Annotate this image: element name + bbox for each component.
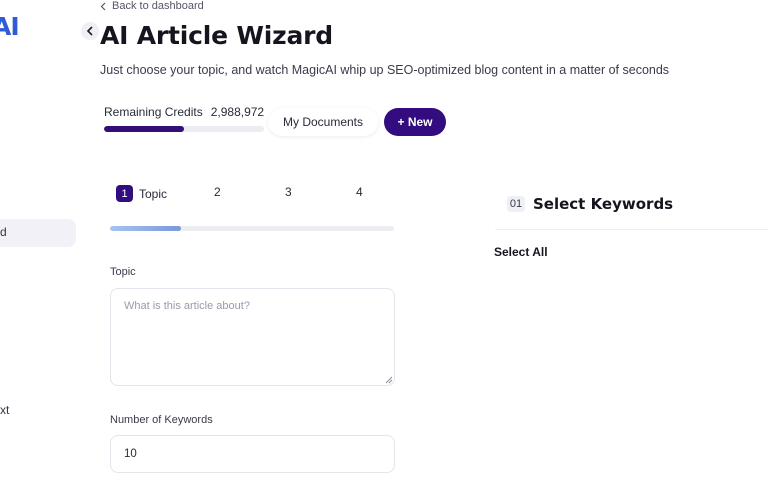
chevron-left-icon [100, 2, 106, 10]
credits-value: 2,988,972 [210, 105, 265, 119]
back-link-label: Back to dashboard [112, 0, 204, 12]
step-number: 3 [285, 185, 292, 199]
new-button[interactable]: + New [384, 108, 446, 136]
back-to-dashboard-link[interactable]: Back to dashboard [100, 0, 204, 12]
sidebar-item-active-label[interactable]: d [0, 225, 7, 239]
topic-label: Topic [110, 266, 136, 278]
step-label: Topic [139, 186, 168, 201]
keywords-count-input[interactable] [110, 435, 395, 473]
step-3[interactable]: 3 [285, 185, 292, 199]
step-number: 1 [116, 185, 133, 202]
credits-label: Remaining Credits [104, 105, 203, 119]
step-number: 2 [214, 185, 221, 199]
topic-textarea[interactable] [110, 288, 395, 386]
step-1[interactable]: 1 Topic [116, 185, 167, 202]
brand-logo[interactable]: AI [0, 12, 20, 41]
select-keywords-title: Select Keywords [533, 195, 674, 213]
wizard-progress-bar [110, 226, 394, 231]
page-title: AI Article Wizard [100, 21, 333, 50]
credits-progress-bar [104, 126, 264, 132]
select-all-button[interactable]: Select All [494, 245, 548, 259]
credits-progress-fill [104, 126, 184, 132]
chevron-left-icon [86, 26, 93, 36]
keywords-step-number: 01 [507, 196, 525, 212]
page-subtitle: Just choose your topic, and watch MagicA… [100, 63, 670, 77]
sidebar-active-item-bg[interactable] [0, 219, 76, 247]
keywords-count-label: Number of Keywords [110, 414, 213, 426]
divider [495, 229, 768, 230]
sidebar-item-label[interactable]: xt [0, 403, 9, 417]
step-4[interactable]: 4 [356, 185, 363, 199]
remaining-credits: Remaining Credits 2,988,972 [104, 105, 264, 119]
step-number: 4 [356, 185, 363, 199]
sidebar-collapse-button[interactable] [81, 22, 99, 40]
wizard-progress-fill [110, 226, 181, 231]
my-documents-button[interactable]: My Documents [268, 108, 378, 136]
wizard-steps: 1 Topic 2 3 4 [110, 185, 394, 203]
resize-handle-icon[interactable] [385, 376, 393, 384]
step-2[interactable]: 2 [214, 185, 221, 199]
